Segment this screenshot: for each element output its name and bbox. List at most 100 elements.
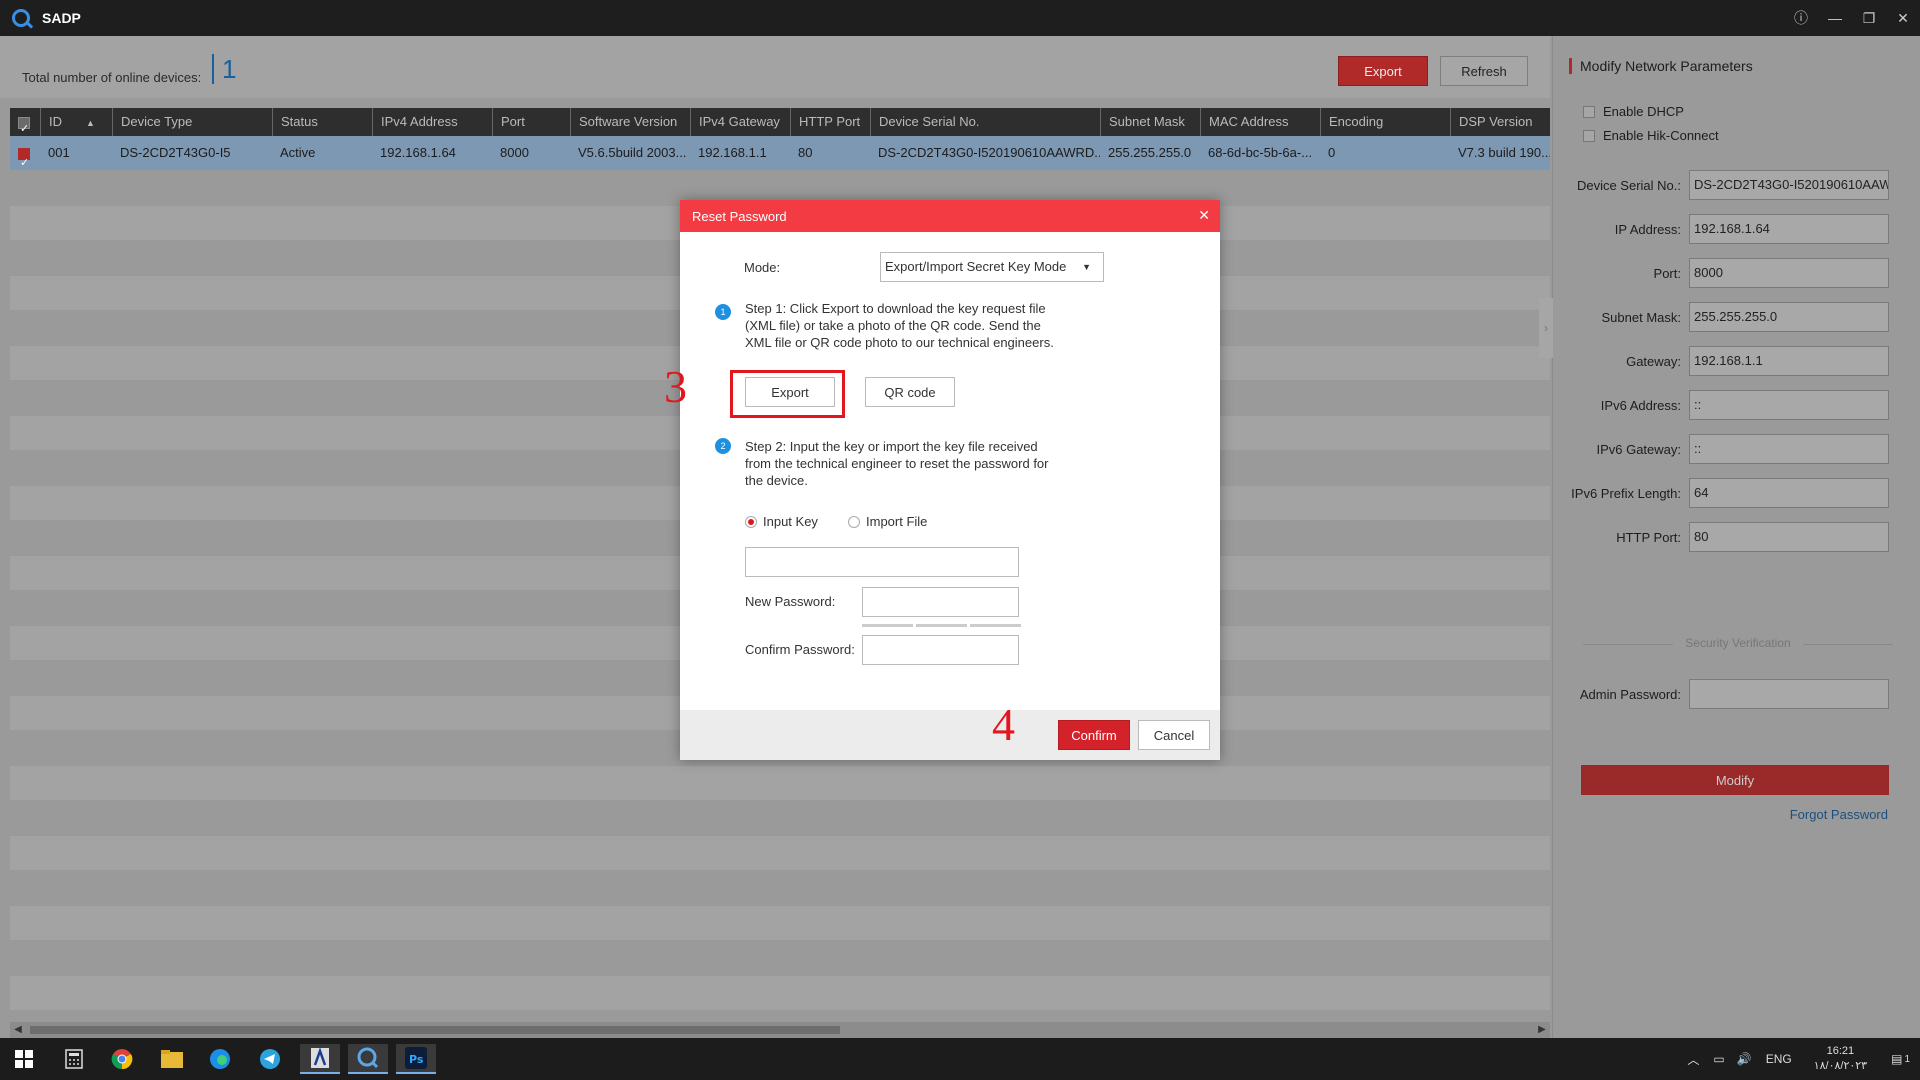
system-tray: ︿ ▭ 🔊 ENG 16:21 ۱۸/۰۸/۲۰۲۳ ▤ 1	[1679, 1038, 1920, 1080]
step-1-badge: 1	[715, 304, 731, 320]
strength-bar	[970, 624, 1021, 627]
ip-address-field[interactable]: 192.168.1.64	[1689, 214, 1889, 244]
maximize-button[interactable]: ❐	[1852, 10, 1886, 27]
column-header-http-port[interactable]: HTTP Port	[790, 108, 870, 136]
cell-gateway: 192.168.1.1	[698, 145, 767, 160]
photoshop-icon[interactable]: Ps	[396, 1044, 436, 1074]
strength-bar	[916, 624, 967, 627]
column-header-dsp[interactable]: DSP Version	[1450, 108, 1550, 136]
port-field[interactable]: 8000	[1689, 258, 1889, 288]
column-header-gateway[interactable]: IPv4 Gateway	[690, 108, 790, 136]
ipv6-gateway-label: IPv6 Gateway:	[1596, 442, 1681, 457]
enable-dhcp-checkbox[interactable]	[1583, 105, 1595, 118]
subnet-mask-field[interactable]: 255.255.255.0	[1689, 302, 1889, 332]
new-password-field[interactable]	[862, 587, 1019, 617]
chrome-icon[interactable]	[102, 1044, 142, 1074]
windows-start-icon[interactable]	[4, 1044, 44, 1074]
cancel-button[interactable]: Cancel	[1138, 720, 1210, 750]
mode-select-value: Export/Import Secret Key Mode	[885, 259, 1067, 274]
column-header-software[interactable]: Software Version	[570, 108, 690, 136]
scroll-right-icon[interactable]: ▶	[1534, 1022, 1550, 1038]
port-label: Port:	[1653, 266, 1681, 281]
reset-password-dialog: Reset Password ✕ Mode: Export/Import Sec…	[680, 200, 1220, 760]
export-devices-button[interactable]: Export	[1338, 56, 1428, 86]
horizontal-scrollbar[interactable]: ◀ ▶	[10, 1022, 1550, 1038]
row-checkbox[interactable]	[18, 146, 30, 170]
online-devices-count: 1	[212, 54, 236, 84]
column-header-mac[interactable]: MAC Address	[1200, 108, 1320, 136]
edge-icon[interactable]	[200, 1044, 240, 1074]
serial-label: Device Serial No.:	[1576, 178, 1681, 193]
import-file-radio[interactable]: Import File	[848, 514, 927, 529]
mode-label: Mode:	[744, 260, 781, 275]
close-window-button[interactable]: ✕	[1886, 10, 1920, 27]
empty-row	[10, 801, 1550, 836]
cell-ipv4: 192.168.1.64	[380, 145, 456, 160]
import-file-label: Import File	[866, 514, 928, 529]
column-header-device-type[interactable]: Device Type	[112, 108, 272, 136]
ipv6-prefix-label: IPv6 Prefix Length:	[1571, 486, 1681, 501]
ip-address-label: IP Address:	[1614, 222, 1681, 237]
column-header-ipv4[interactable]: IPv4 Address	[372, 108, 492, 136]
key-input[interactable]	[745, 547, 1019, 577]
chevron-up-icon[interactable]: ︿	[1687, 1051, 1699, 1068]
enable-dhcp-option[interactable]: Enable DHCP	[1583, 104, 1684, 119]
dialog-footer: Confirm Cancel	[680, 710, 1220, 760]
calculator-icon[interactable]	[54, 1044, 94, 1074]
strength-bar	[862, 624, 913, 627]
step-2-text: Step 2: Input the key or import the key …	[745, 439, 1049, 488]
scroll-left-icon[interactable]: ◀	[10, 1022, 26, 1038]
dialog-header: Reset Password ✕	[680, 200, 1220, 232]
qr-code-button[interactable]: QR code	[865, 377, 955, 407]
cell-software: V5.6.5build 2003...	[578, 145, 687, 160]
ipv6-gateway-field[interactable]: ::	[1689, 434, 1889, 464]
volume-icon[interactable]: 🔊	[1737, 1052, 1752, 1066]
file-explorer-icon[interactable]	[152, 1044, 192, 1074]
cell-id: 001	[48, 145, 70, 160]
forgot-password-link[interactable]: Forgot Password	[1790, 807, 1888, 822]
serial-field[interactable]: DS-2CD2T43G0-I520190610AAWR	[1689, 170, 1889, 200]
panel-title: Modify Network Parameters	[1569, 58, 1753, 74]
notification-count: 1	[1904, 1053, 1910, 1065]
clock-date: ۱۸/۰۸/۲۰۲۳	[1813, 1060, 1868, 1072]
column-header-channels[interactable]: Encoding Channel(s)	[1320, 108, 1450, 157]
confirm-button[interactable]: Confirm	[1058, 720, 1130, 750]
empty-row	[10, 906, 1550, 941]
mode-select[interactable]: Export/Import Secret Key Mode ▼	[880, 252, 1104, 282]
minimize-button[interactable]: —	[1818, 10, 1852, 26]
ipv6-prefix-field[interactable]: 64	[1689, 478, 1889, 508]
table-row[interactable]: 001 DS-2CD2T43G0-I5 Active 192.168.1.64 …	[10, 136, 1550, 171]
language-indicator[interactable]: ENG	[1766, 1052, 1792, 1066]
input-key-label: Input Key	[763, 514, 818, 529]
column-header-serial[interactable]: Device Serial No.	[870, 108, 1100, 136]
chevron-down-icon: ▼	[1082, 262, 1091, 272]
telegram-icon[interactable]	[250, 1044, 290, 1074]
network-icon[interactable]: ▭	[1713, 1052, 1724, 1066]
svg-text:Ps: Ps	[409, 1053, 424, 1066]
admin-password-label: Admin Password:	[1579, 687, 1681, 702]
enable-hik-connect-checkbox[interactable]	[1583, 129, 1595, 142]
select-all-checkbox[interactable]	[18, 115, 30, 143]
admin-password-field[interactable]	[1689, 679, 1889, 709]
modify-button[interactable]: Modify	[1581, 765, 1889, 795]
scrollbar-thumb[interactable]	[30, 1026, 840, 1034]
ipv6-address-field[interactable]: ::	[1689, 390, 1889, 420]
column-header-port[interactable]: Port	[492, 108, 570, 136]
column-header-status[interactable]: Status	[272, 108, 372, 136]
collapse-panel-icon[interactable]: ›	[1539, 298, 1553, 358]
refresh-button[interactable]: Refresh	[1440, 56, 1528, 86]
enable-hik-connect-option[interactable]: Enable Hik-Connect	[1583, 128, 1719, 143]
column-header-subnet[interactable]: Subnet Mask	[1100, 108, 1200, 136]
column-header-id[interactable]: ID ▲	[40, 108, 112, 136]
info-icon[interactable]: ⓘ	[1784, 8, 1818, 28]
close-icon[interactable]: ✕	[1198, 207, 1210, 224]
http-port-field[interactable]: 80	[1689, 522, 1889, 552]
clock[interactable]: 16:21 ۱۸/۰۸/۲۰۲۳	[1814, 1044, 1867, 1074]
confirm-password-field[interactable]	[862, 635, 1019, 665]
gateway-field[interactable]: 192.168.1.1	[1689, 346, 1889, 376]
app-logo-icon[interactable]	[300, 1044, 340, 1074]
notifications-icon[interactable]: ▤ 1	[1891, 1052, 1910, 1066]
subnet-mask-label: Subnet Mask:	[1601, 310, 1682, 325]
input-key-radio[interactable]: Input Key	[745, 514, 818, 529]
sadp-taskbar-icon[interactable]	[348, 1044, 388, 1074]
